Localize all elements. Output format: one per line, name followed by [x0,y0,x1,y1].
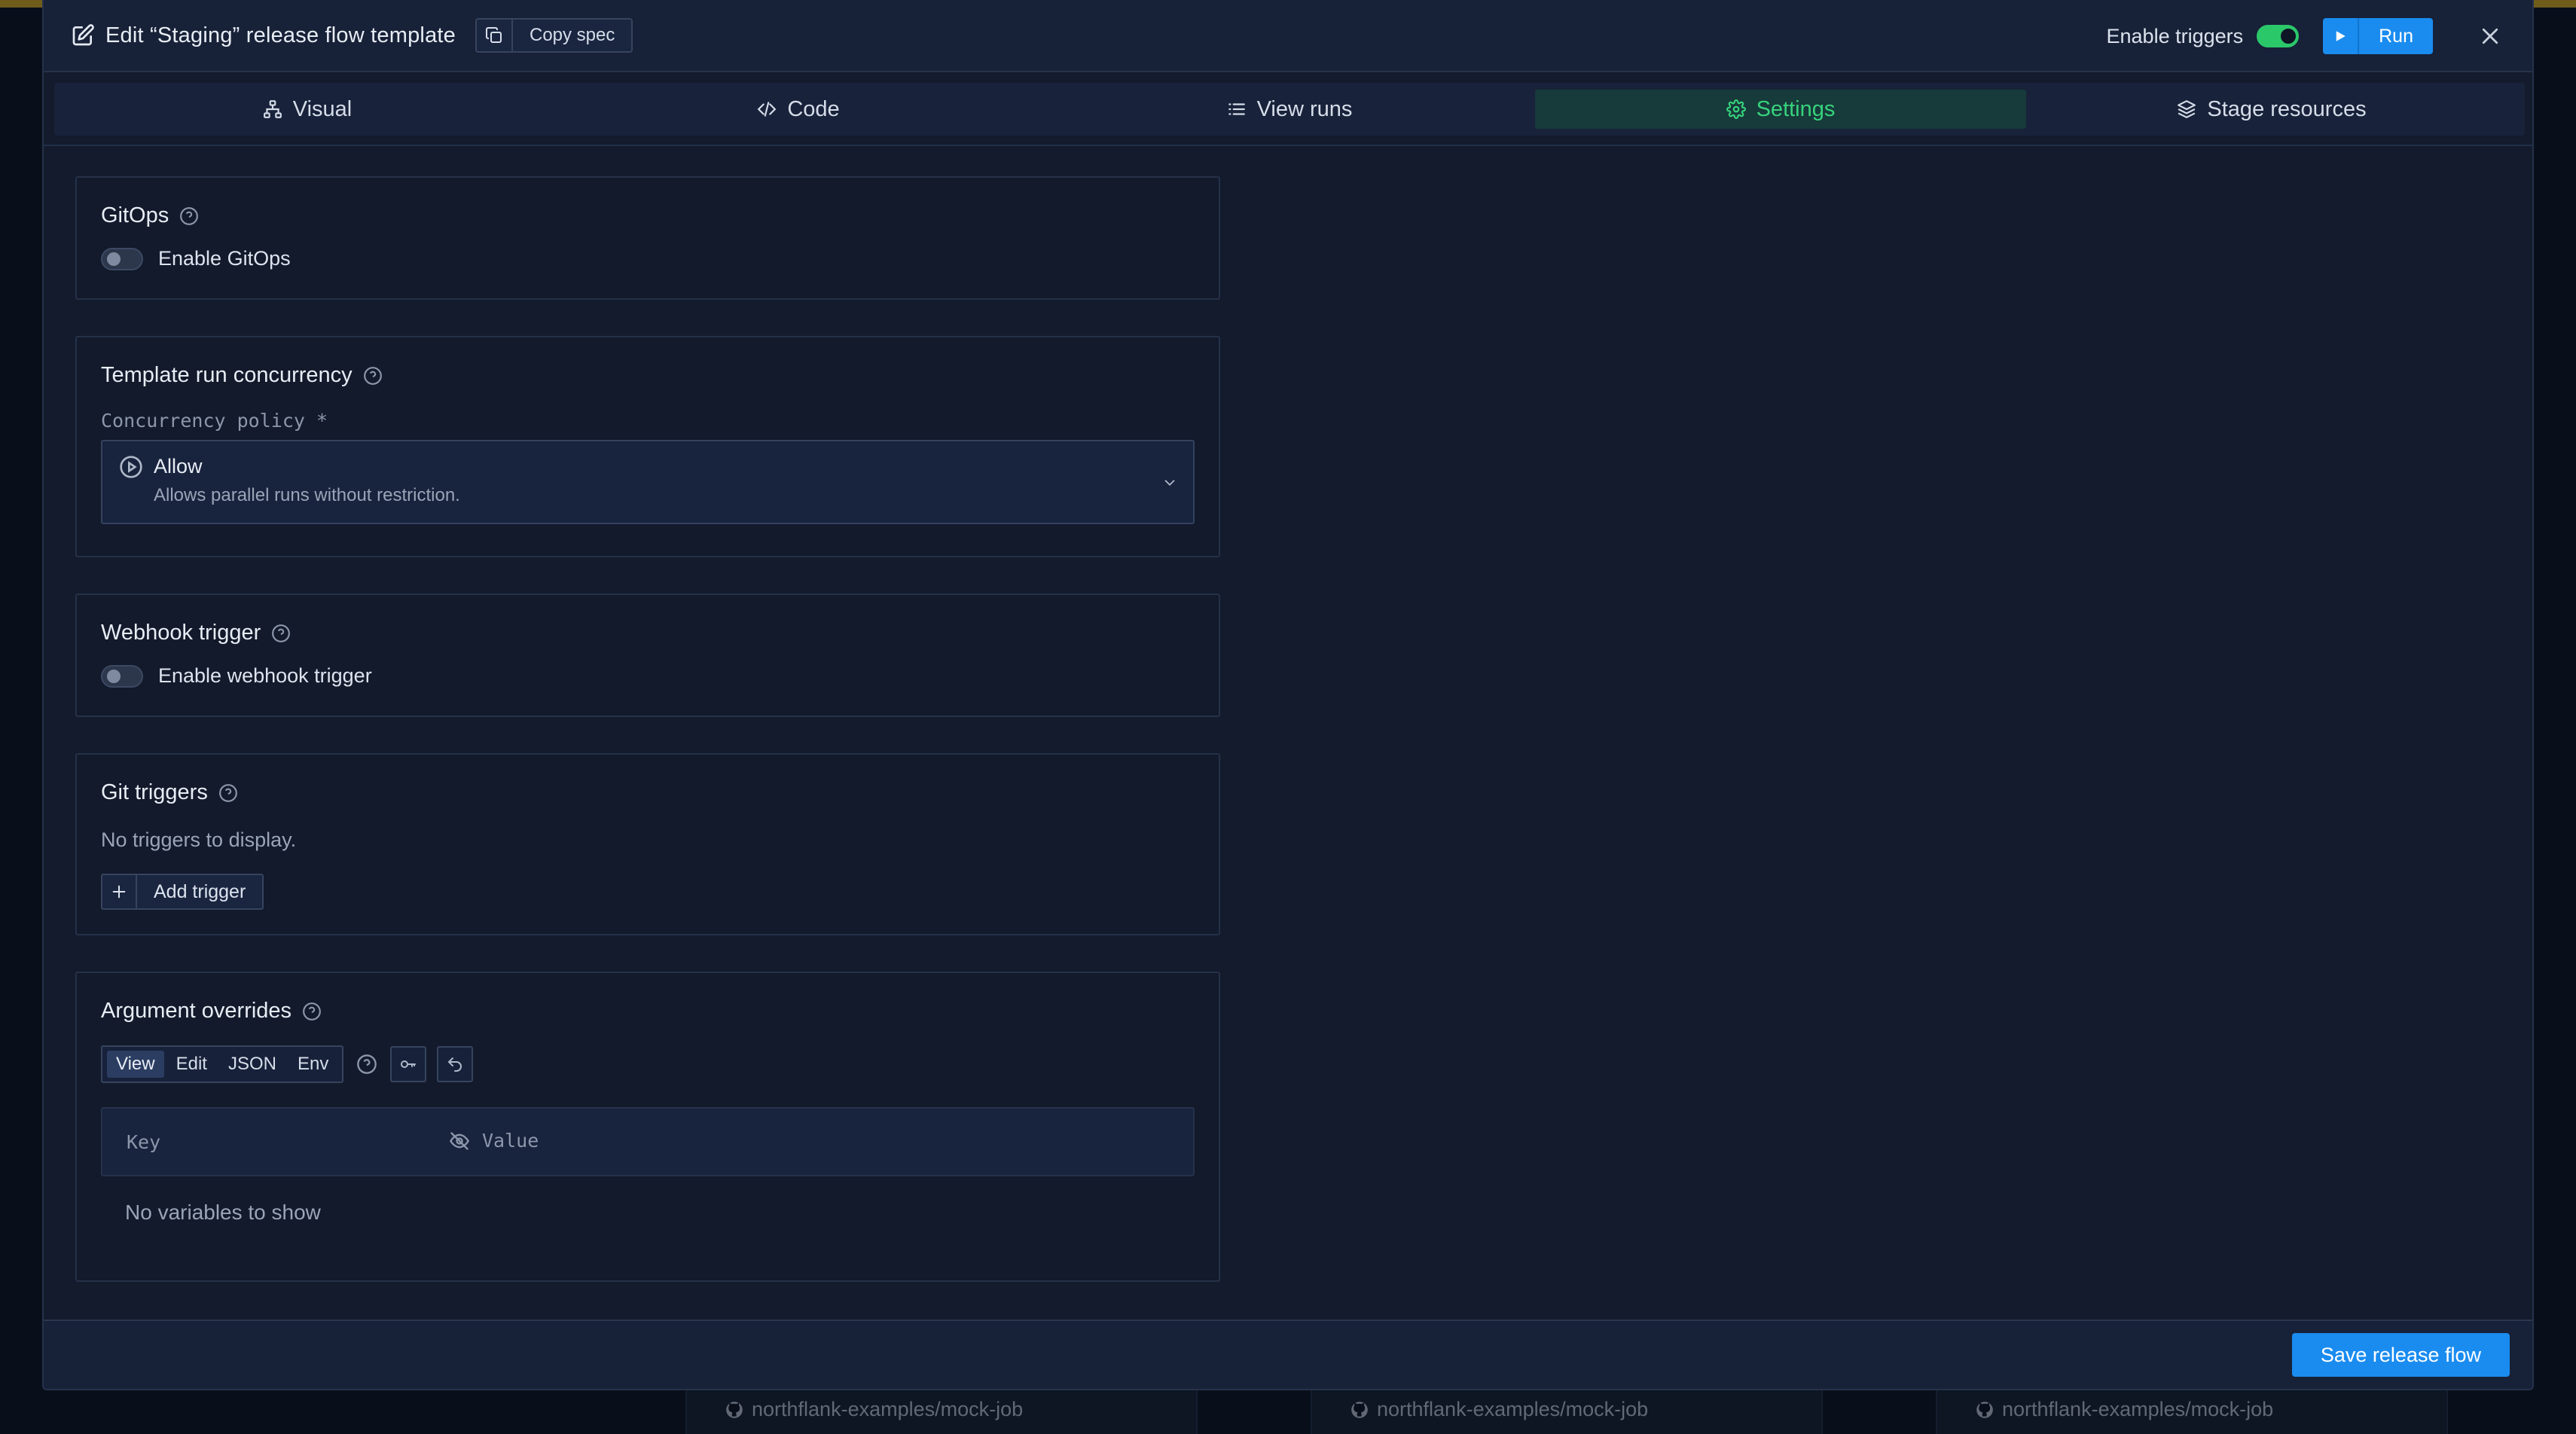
undo-button[interactable] [437,1046,474,1082]
save-release-flow-button[interactable]: Save release flow [2291,1333,2510,1377]
secrets-button[interactable] [390,1046,427,1082]
chevron-down-icon [1164,480,1175,487]
copy-icon [477,20,513,51]
mode-edit[interactable]: Edit [167,1051,216,1078]
webhook-title: Webhook trigger [101,621,291,645]
tab-settings[interactable]: Settings [1535,90,2026,129]
enable-gitops-toggle[interactable] [101,247,143,270]
webhook-card: Webhook trigger Enable webhook trigger [75,593,1220,717]
modal-header: Edit “Staging” release flow template Cop… [44,0,2532,72]
enable-triggers-label: Enable triggers [2106,24,2244,47]
gitops-card: GitOps Enable GitOps [75,176,1220,300]
code-icon [757,102,777,117]
enable-gitops-label: Enable GitOps [158,247,291,270]
concurrency-policy-select[interactable]: Allow Allows parallel runs without restr… [101,440,1195,524]
run-button[interactable]: Run [2323,18,2433,54]
value-column-header: Value [449,1130,539,1152]
git-triggers-title: Git triggers [101,780,238,805]
close-button[interactable] [2475,21,2505,51]
copy-spec-button[interactable]: Copy spec [475,18,633,53]
no-variables-text: No variables to show [125,1201,321,1224]
help-icon[interactable] [271,624,291,643]
concurrency-title: Template run concurrency [101,363,383,388]
copy-spec-label: Copy spec [529,25,615,45]
close-icon [2482,28,2498,44]
play-circle-icon [120,456,142,478]
play-icon [2323,18,2360,54]
tab-visual[interactable]: Visual [62,90,553,129]
tab-bar: Visual Code View runs Settings Stage res… [54,83,2525,136]
layers-icon [2178,100,2196,118]
gitops-title: GitOps [101,203,199,228]
concurrency-card: Template run concurrency Concurrency pol… [75,336,1220,557]
concurrency-selected-title: Allow [154,455,203,477]
concurrency-selected-description: Allows parallel runs without restriction… [154,485,460,505]
eye-off-icon[interactable] [449,1130,470,1152]
add-trigger-button[interactable]: Add trigger [101,874,264,910]
help-icon[interactable] [218,783,238,803]
gear-icon [1726,99,1746,119]
tab-view-runs[interactable]: View runs [1044,90,1535,129]
key-icon [401,1060,417,1068]
enable-triggers-toggle[interactable] [2257,25,2300,47]
release-flow-modal: Edit “Staging” release flow template Cop… [42,0,2534,1390]
undo-icon [448,1057,462,1072]
tab-stage-resources[interactable]: Stage resources [2026,90,2517,129]
add-trigger-label: Add trigger [154,880,246,902]
argument-overrides-card: Argument overrides View Edit JSON Env Ke… [75,972,1220,1282]
mode-json[interactable]: JSON [219,1051,285,1078]
concurrency-policy-label: Concurrency policy * [101,410,328,432]
gitops-toggle-row: Enable GitOps [101,247,291,270]
list-icon [1228,103,1245,115]
mode-env[interactable]: Env [288,1051,337,1078]
run-label: Run [2379,25,2413,47]
modal-footer: Save release flow [44,1320,2532,1389]
argument-overrides-title: Argument overrides [101,999,322,1024]
view-mode-switch: View Edit JSON Env [101,1045,344,1083]
git-triggers-card: Git triggers No triggers to display. Add… [75,753,1220,935]
plus-icon [102,875,137,908]
no-triggers-text: No triggers to display. [101,828,297,851]
argument-toolbar: View Edit JSON Env [101,1045,474,1083]
webhook-toggle-row: Enable webhook trigger [101,664,372,688]
enable-webhook-label: Enable webhook trigger [158,664,372,687]
help-icon[interactable] [363,366,383,386]
enable-webhook-toggle[interactable] [101,664,143,688]
mode-view[interactable]: View [107,1051,164,1078]
help-icon[interactable] [302,1002,322,1021]
modal-title: Edit “Staging” release flow template [105,23,456,47]
sitemap-icon [263,100,282,118]
key-column-header: Key [127,1131,161,1153]
tab-code[interactable]: Code [553,90,1044,129]
help-icon[interactable] [179,206,199,226]
help-icon[interactable] [354,1046,380,1082]
edit-icon [71,23,95,47]
variables-table-header: Key Value [101,1107,1195,1176]
tab-divider [44,145,2532,146]
